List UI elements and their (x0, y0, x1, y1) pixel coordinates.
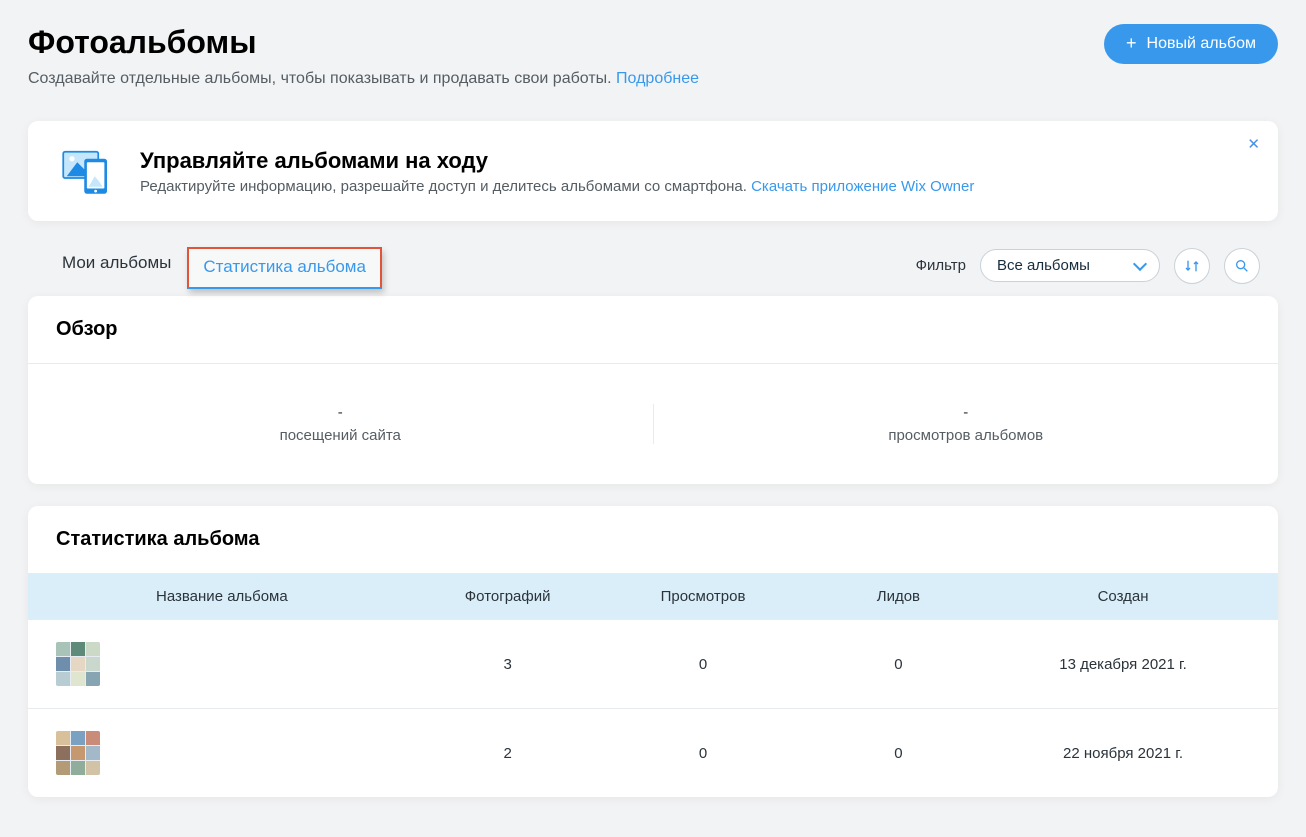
album-thumbnail (56, 642, 100, 686)
overview-panel: Обзор - посещений сайта - просмотров аль… (28, 296, 1278, 484)
chevron-down-icon (1133, 256, 1147, 270)
col-views: Просмотров (605, 588, 800, 605)
table-row[interactable]: 2 0 0 22 ноября 2021 г. (28, 708, 1278, 797)
table-header: Название альбома Фотографий Просмотров Л… (28, 573, 1278, 619)
album-thumbnail (56, 731, 100, 775)
col-name: Название альбома (156, 588, 410, 605)
tab-my-albums[interactable]: Мои альбомы (46, 243, 187, 288)
promo-title: Управляйте альбомами на ходу (140, 148, 974, 174)
filter-label: Фильтр (916, 257, 966, 274)
metric-site-visits: - посещений сайта (28, 404, 653, 444)
metric-album-views: - просмотров альбомов (654, 404, 1279, 444)
filter-select[interactable]: Все альбомы (980, 249, 1160, 282)
col-photos: Фотографий (410, 588, 605, 605)
close-icon[interactable]: ✕ (1247, 135, 1260, 153)
plus-icon (1126, 34, 1137, 54)
page-title: Фотоальбомы (28, 24, 699, 61)
new-album-button[interactable]: Новый альбом (1104, 24, 1278, 64)
stats-heading: Статистика альбома (28, 506, 1278, 573)
sort-button[interactable] (1174, 248, 1210, 284)
promo-illustration (58, 143, 114, 199)
search-button[interactable] (1224, 248, 1260, 284)
col-leads: Лидов (801, 588, 996, 605)
overview-heading: Обзор (28, 296, 1278, 363)
col-date: Создан (996, 588, 1250, 605)
tab-album-stats[interactable]: Статистика альбома (187, 247, 382, 289)
promo-banner: Управляйте альбомами на ходу Редактируйт… (28, 121, 1278, 221)
promo-text: Редактируйте информацию, разрешайте дост… (140, 178, 974, 195)
tab-bar: Мои альбомы Статистика альбома Фильтр Вс… (28, 237, 1278, 288)
stats-panel: Статистика альбома Название альбома Фото… (28, 506, 1278, 797)
table-row[interactable]: 3 0 0 13 декабря 2021 г. (28, 619, 1278, 708)
promo-download-link[interactable]: Скачать приложение Wix Owner (751, 178, 974, 195)
learn-more-link[interactable]: Подробнее (616, 70, 699, 87)
page-subtitle: Создавайте отдельные альбомы, чтобы пока… (28, 67, 699, 91)
